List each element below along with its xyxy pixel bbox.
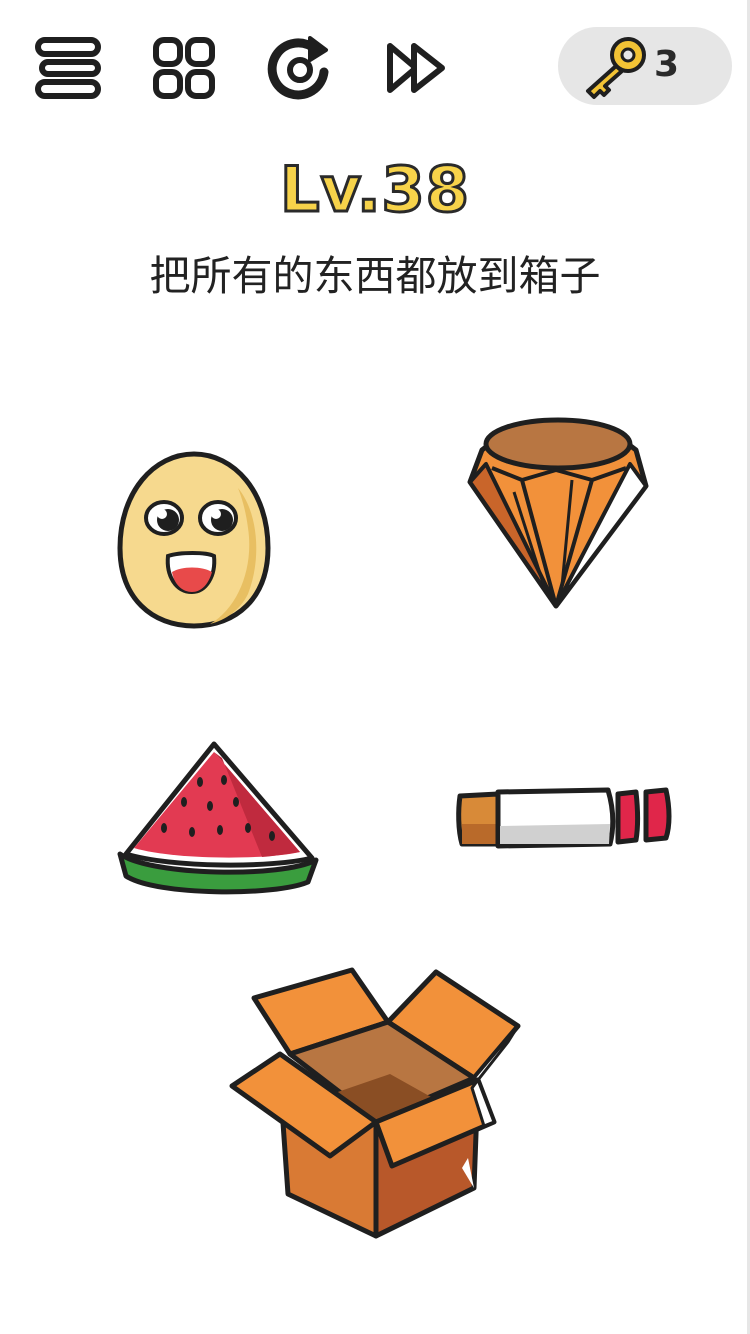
level-title: Lv.38 <box>279 152 471 228</box>
hint-keys-counter[interactable]: 3 <box>558 27 732 105</box>
grid-icon <box>153 37 215 99</box>
egg-face-icon <box>117 451 271 629</box>
key-icon <box>578 33 654 103</box>
menu-button[interactable] <box>28 28 108 108</box>
watermelon-icon <box>117 741 319 895</box>
diamond-icon <box>467 417 649 609</box>
restart-icon <box>267 36 329 100</box>
open-box-icon <box>229 967 521 1239</box>
menu-icon <box>35 37 101 99</box>
key-count: 3 <box>654 44 680 85</box>
cardboard-box-target[interactable] <box>226 962 524 1244</box>
fast-forward-icon <box>387 43 445 93</box>
restart-button[interactable] <box>260 28 340 108</box>
lipstick-icon <box>456 787 672 849</box>
egg-face-item[interactable] <box>112 448 276 632</box>
level-select-button[interactable] <box>144 28 224 108</box>
top-toolbar: 3 <box>0 0 750 140</box>
puzzle-instruction: 把所有的东西都放到箱子 <box>149 252 601 300</box>
watermelon-slice-item[interactable] <box>112 736 324 896</box>
lipstick-item[interactable] <box>452 782 676 852</box>
skip-button[interactable] <box>378 28 458 108</box>
diamond-item[interactable] <box>462 416 654 612</box>
